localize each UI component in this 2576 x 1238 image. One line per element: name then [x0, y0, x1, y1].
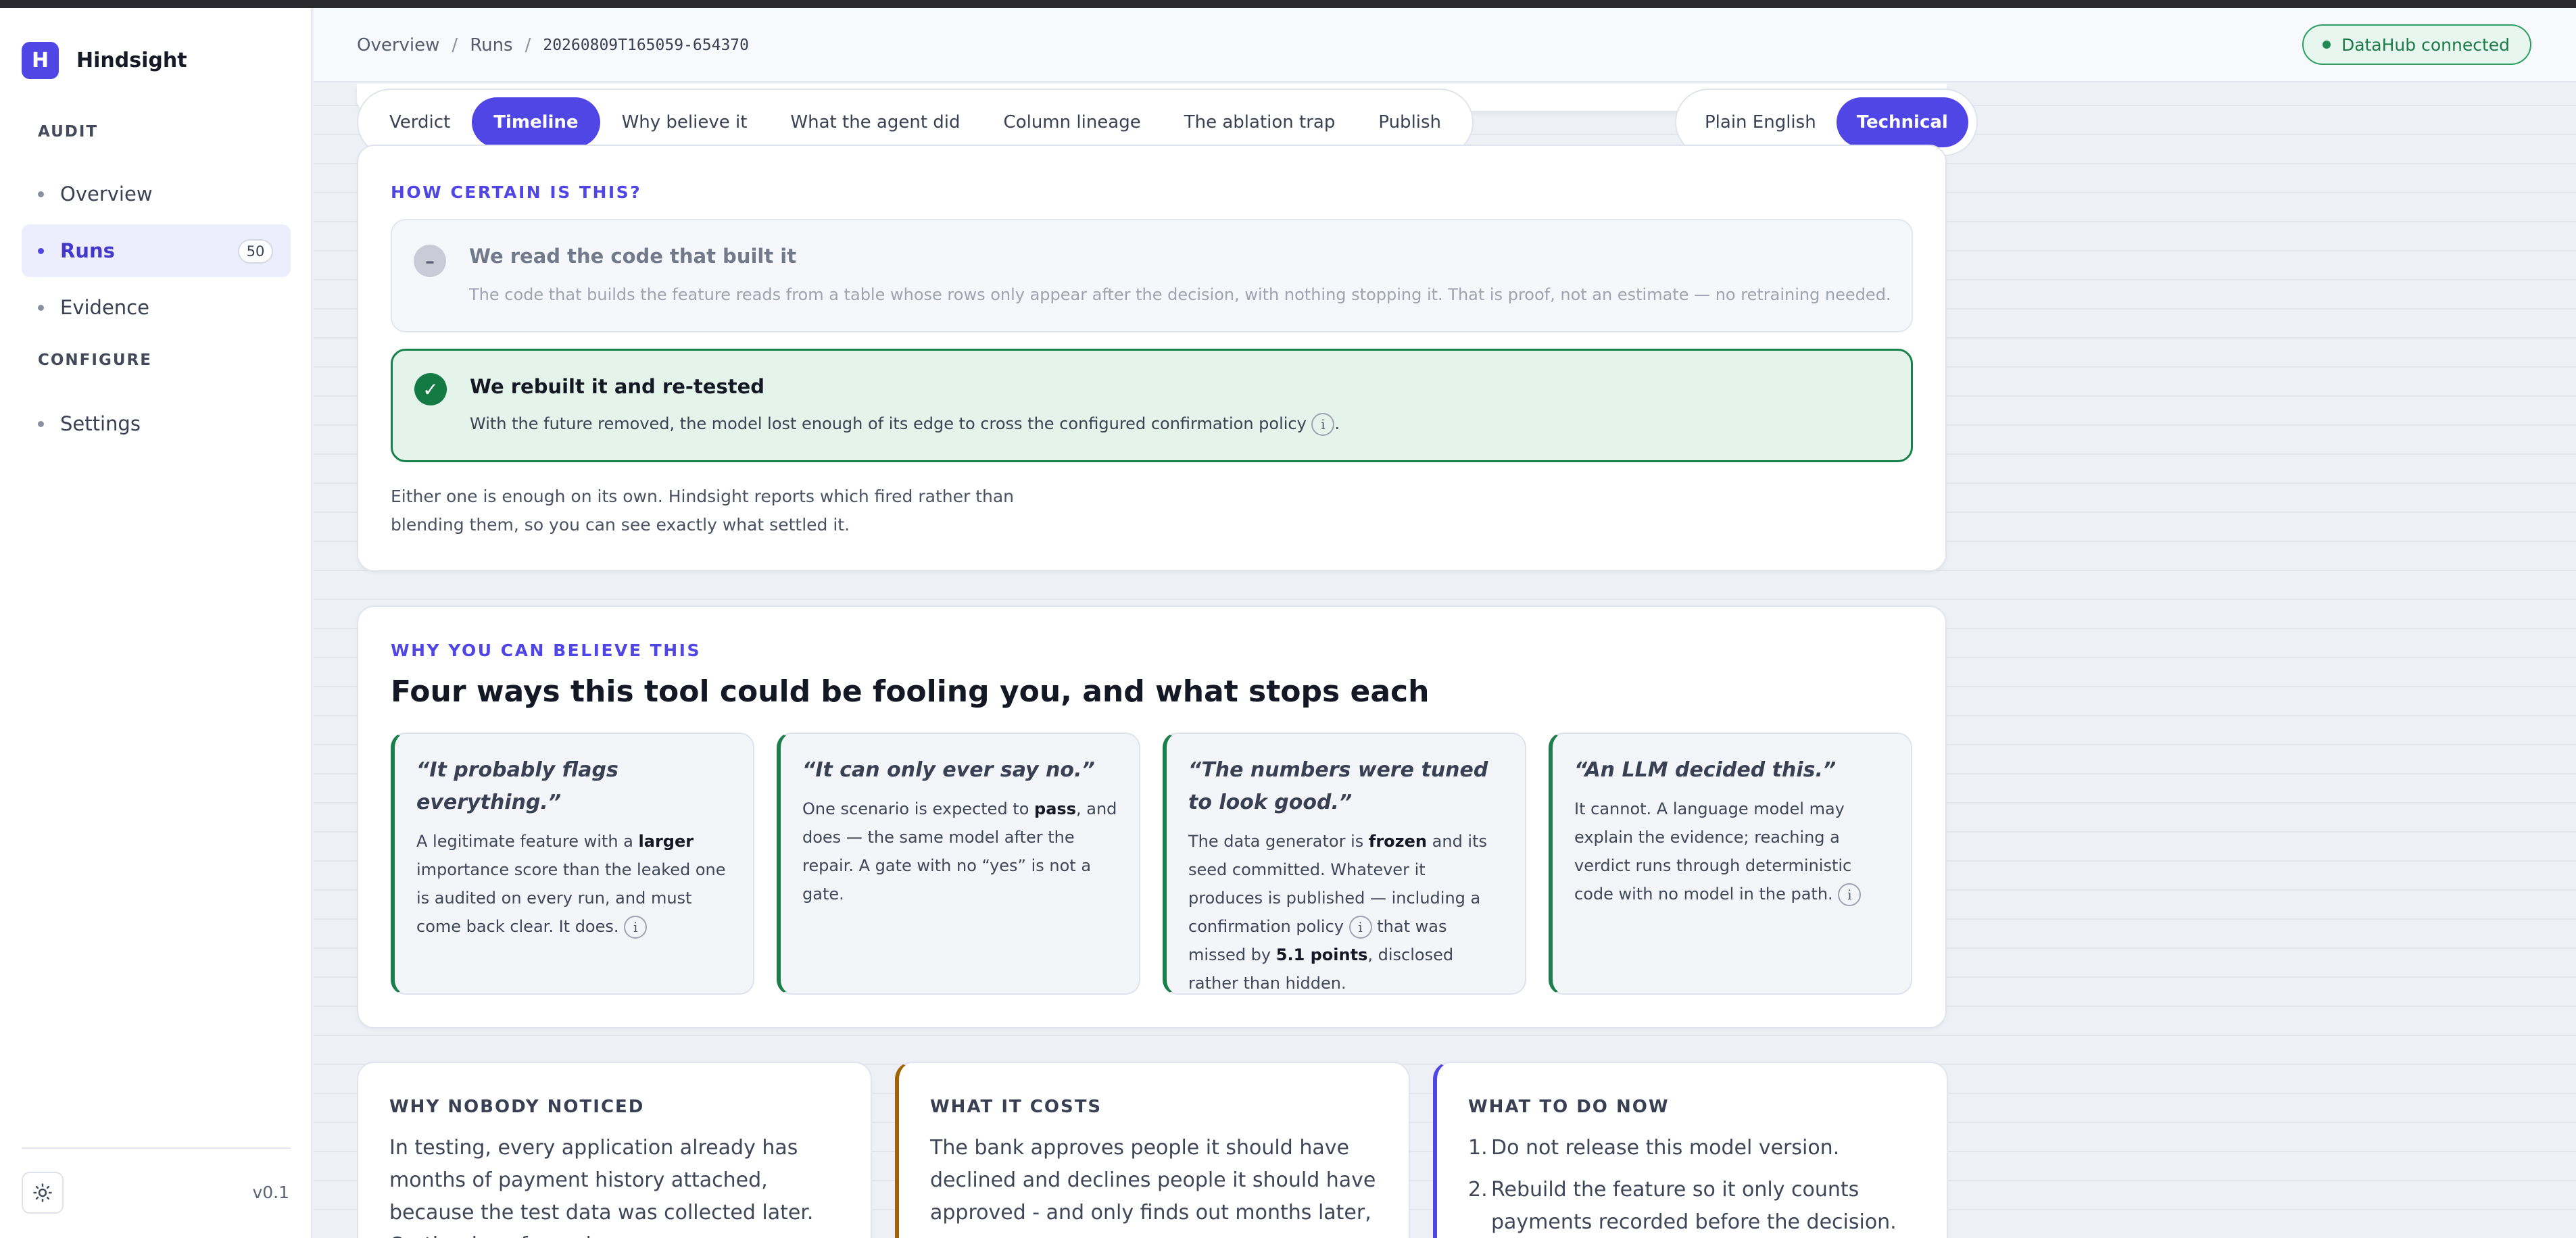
objection-answer: One scenario is expected to pass, and do…: [802, 799, 1117, 903]
tab-publish[interactable]: Publish: [1357, 97, 1463, 147]
check-icon: ✓: [414, 373, 447, 405]
certainty-row-title: We rebuilt it and re-tested: [470, 375, 764, 398]
objection-quote: “An LLM decided this.”: [1574, 758, 1837, 782]
certainty-row-desc: With the future removed, the model lost …: [470, 414, 1307, 433]
action-item: 2. Rebuild the feature so it only counts …: [1468, 1178, 1897, 1234]
info-icon[interactable]: i: [1348, 916, 1372, 939]
certainty-row-desc-wrap: With the future removed, the model lost …: [470, 413, 1340, 436]
breadcrumb: Overview / Runs / 20260809T165059-654370: [357, 35, 749, 55]
why-nobody-noticed-card: WHY NOBODY NOTICED In testing, every app…: [357, 1062, 872, 1238]
runs-count-badge: 50: [238, 239, 273, 264]
tab-ablation-trap[interactable]: The ablation trap: [1163, 97, 1357, 147]
sidebar-item-settings[interactable]: Settings: [22, 397, 291, 450]
sidebar: H Hindsight AUDIT Overview Runs 50 Evide…: [0, 8, 312, 1238]
connection-status-badge[interactable]: DataHub connected: [2302, 24, 2531, 65]
sidebar-section-configure: CONFIGURE: [38, 351, 152, 369]
card-body: In testing, every application already ha…: [389, 1136, 814, 1238]
objection-card: “It probably flags everything.” A legiti…: [391, 733, 754, 995]
theme-toggle-button[interactable]: [22, 1172, 64, 1214]
app-name: Hindsight: [76, 49, 187, 72]
sidebar-item-label: Settings: [60, 412, 141, 435]
brand[interactable]: H Hindsight: [22, 42, 187, 79]
app-version: v0.1: [252, 1183, 289, 1202]
certainty-row-retest: ✓ We rebuilt it and re-tested With the f…: [391, 349, 1913, 462]
action-item: 1. Do not release this model version.: [1468, 1136, 1840, 1160]
dash-icon: –: [414, 245, 446, 277]
mode-plain-english[interactable]: Plain English: [1684, 97, 1837, 147]
objection-answer: The data generator is frozen and its see…: [1188, 832, 1488, 993]
bullet-icon: [38, 420, 44, 427]
breadcrumb-separator: /: [452, 35, 458, 55]
window-top-strip: [0, 0, 2576, 8]
info-icon[interactable]: i: [1311, 413, 1335, 436]
objection-quote: “It probably flags everything.”: [416, 758, 618, 814]
top-header: Overview / Runs / 20260809T165059-654370…: [314, 8, 2576, 82]
period: .: [1334, 414, 1340, 433]
card-title: WHAT IT COSTS: [930, 1097, 1102, 1117]
what-it-costs-card: WHAT IT COSTS The bank approves people i…: [895, 1062, 1410, 1238]
believe-card: WHY YOU CAN BELIEVE THIS Four ways this …: [357, 605, 1947, 1029]
believe-eyebrow: WHY YOU CAN BELIEVE THIS: [391, 641, 701, 660]
sidebar-item-runs[interactable]: Runs 50: [22, 224, 291, 277]
card-title: WHY NOBODY NOTICED: [389, 1097, 645, 1117]
certainty-row-desc: The code that builds the feature reads f…: [469, 285, 1891, 304]
objection-quote: “The numbers were tuned to look good.”: [1188, 758, 1488, 814]
objection-answer: It cannot. A language model may explain …: [1574, 795, 1891, 908]
mode-technical[interactable]: Technical: [1836, 97, 1968, 147]
objection-card: “The numbers were tuned to look good.” T…: [1163, 733, 1526, 995]
card-body: The bank approves people it should have …: [930, 1136, 1376, 1238]
breadcrumb-separator: /: [525, 35, 531, 55]
sidebar-item-evidence[interactable]: Evidence: [22, 281, 291, 334]
bullet-icon: [38, 191, 44, 197]
tab-why-believe-it[interactable]: Why believe it: [600, 97, 769, 147]
certainty-row-code: – We read the code that built it The cod…: [391, 219, 1913, 332]
certainty-row-title: We read the code that built it: [469, 245, 797, 268]
objection-card: “It can only ever say no.” One scenario …: [777, 733, 1140, 995]
card-title: WHAT TO DO NOW: [1468, 1097, 1670, 1117]
tab-column-lineage[interactable]: Column lineage: [982, 97, 1163, 147]
certainty-footnote: Either one is enough on its own. Hindsig…: [391, 487, 1015, 535]
believe-title: Four ways this tool could be fooling you…: [391, 674, 1430, 709]
info-icon[interactable]: i: [1838, 883, 1862, 906]
tab-verdict[interactable]: Verdict: [368, 97, 472, 147]
sidebar-item-label: Runs: [60, 239, 115, 262]
sidebar-divider: [22, 1147, 291, 1149]
action-list: 1. Do not release this model version. 2. R…: [1468, 1132, 1916, 1238]
sidebar-section-audit: AUDIT: [38, 123, 99, 141]
objection-answer: A legitimate feature with a larger impor…: [416, 827, 733, 941]
app-logo: H: [22, 42, 59, 79]
bullet-icon: [38, 247, 44, 254]
certainty-eyebrow: HOW CERTAIN IS THIS?: [391, 182, 642, 202]
connection-status-label: DataHub connected: [2341, 34, 2510, 55]
sidebar-item-label: Overview: [60, 182, 153, 205]
objection-quote: “It can only ever say no.”: [802, 758, 1095, 782]
breadcrumb-overview[interactable]: Overview: [357, 35, 439, 55]
sidebar-item-overview[interactable]: Overview: [22, 168, 291, 220]
main-content[interactable]: Verdict Timeline Why believe it What the…: [314, 84, 2576, 1238]
breadcrumb-runs[interactable]: Runs: [470, 35, 512, 55]
what-to-do-now-card: WHAT TO DO NOW 1. Do not release this mod…: [1433, 1062, 1948, 1238]
sun-icon: [33, 1183, 52, 1202]
bullet-icon: [38, 304, 44, 311]
status-dot-icon: [2322, 41, 2331, 49]
breadcrumb-run-id: 20260809T165059-654370: [543, 36, 749, 54]
tab-what-the-agent-did[interactable]: What the agent did: [769, 97, 981, 147]
info-icon[interactable]: i: [624, 916, 648, 939]
sidebar-item-label: Evidence: [60, 296, 149, 319]
objection-card: “An LLM decided this.” It cannot. A lang…: [1549, 733, 1912, 995]
tab-timeline[interactable]: Timeline: [472, 97, 600, 147]
certainty-card: HOW CERTAIN IS THIS? – We read the code …: [357, 145, 1947, 572]
